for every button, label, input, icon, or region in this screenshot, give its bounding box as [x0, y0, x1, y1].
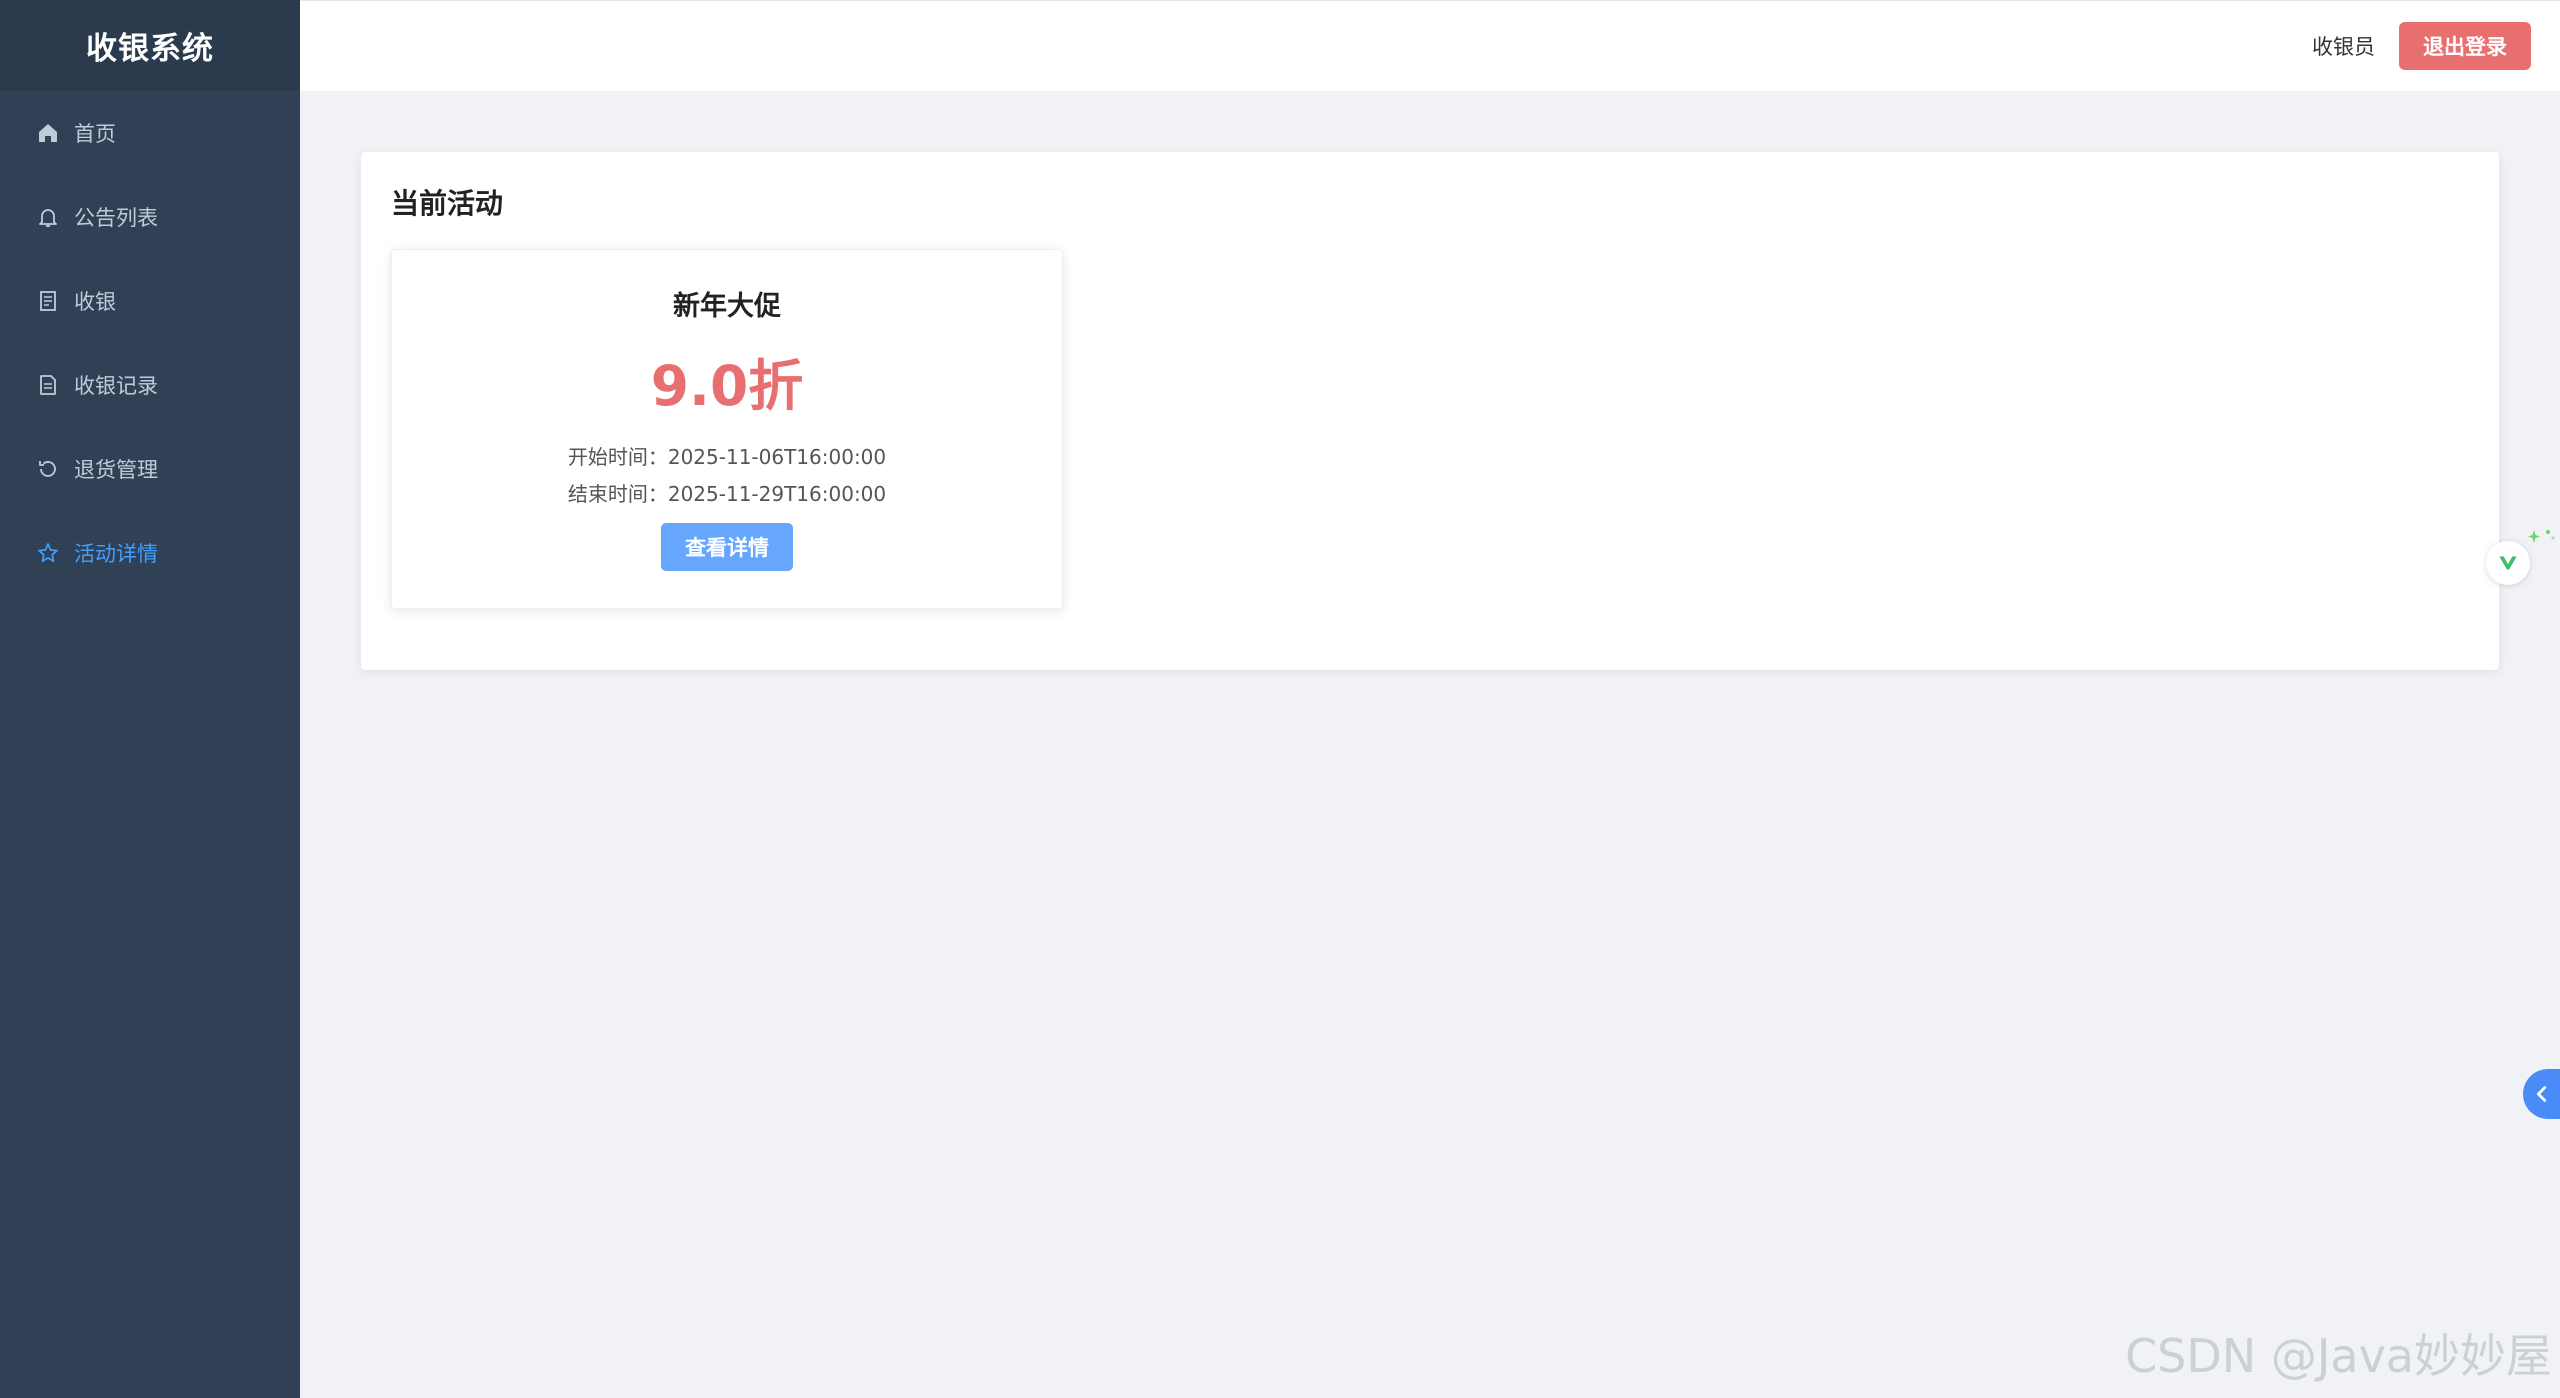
sidebar-item-activity-details[interactable]: 活动详情 — [0, 511, 300, 595]
sidebar-item-cashier[interactable]: 收银 — [0, 259, 300, 343]
watermark: CSDN @Java妙妙屋 — [2125, 1329, 2552, 1383]
activity-card: 新年大促 9.0折 开始时间：2025-11-06T16:00:00 结束时间：… — [391, 249, 1063, 609]
sidebar-item-cashier-records[interactable]: 收银记录 — [0, 343, 300, 427]
star-icon — [36, 541, 60, 565]
sidebar-item-label: 首页 — [74, 122, 116, 146]
sidebar-item-announcements[interactable]: 公告列表 — [0, 175, 300, 259]
sidebar-item-label: 活动详情 — [74, 542, 158, 566]
sidebar-menu: 首页 公告列表 收银 收银记录 退货管理 活动详情 — [0, 91, 300, 595]
sidebar: 收银系统 首页 公告列表 收银 收银记录 退货管理 活动详情 — [0, 0, 300, 1398]
user-name: 收银员 — [2312, 35, 2375, 59]
logout-button[interactable]: 退出登录 — [2399, 22, 2531, 70]
sidebar-item-label: 收银 — [74, 290, 116, 314]
page-title: 当前活动 — [391, 187, 504, 220]
refresh-icon — [36, 457, 60, 481]
end-time-label: 结束时间： — [567, 482, 668, 506]
bell-icon — [36, 205, 60, 229]
end-time-value: 2025-11-29T16:00:00 — [667, 482, 887, 506]
app-title: 收银系统 — [0, 0, 300, 91]
assistant-logo-icon — [2499, 556, 2517, 570]
side-panel-toggle[interactable] — [2523, 1069, 2560, 1119]
chevron-left-icon — [2536, 1086, 2546, 1102]
app-root: 收银系统 首页 公告列表 收银 收银记录 退货管理 活动详情 收银员 退出登录 … — [0, 0, 2560, 1398]
start-time-value: 2025-11-06T16:00:00 — [667, 445, 887, 469]
sidebar-item-label: 退货管理 — [74, 458, 158, 482]
document-icon — [36, 373, 60, 397]
sidebar-item-returns[interactable]: 退货管理 — [0, 427, 300, 511]
activity-discount: 9.0折 — [650, 354, 804, 418]
activity-start-time: 开始时间：2025-11-06T16:00:00 — [568, 441, 886, 470]
assistant-float-button[interactable] — [2486, 541, 2530, 585]
document-icon — [36, 289, 60, 313]
top-header: 收银员 退出登录 — [300, 0, 2560, 91]
current-activity-panel: 当前活动 新年大促 9.0折 开始时间：2025-11-06T16:00:00 … — [361, 152, 2499, 670]
start-time-label: 开始时间： — [567, 445, 668, 469]
sidebar-item-label: 收银记录 — [74, 374, 158, 398]
activity-end-time: 结束时间：2025-11-29T16:00:00 — [568, 478, 886, 507]
view-details-button[interactable]: 查看详情 — [661, 523, 793, 571]
home-icon — [36, 121, 60, 145]
sidebar-item-label: 公告列表 — [74, 206, 158, 230]
sidebar-item-home[interactable]: 首页 — [0, 91, 300, 175]
activity-name: 新年大促 — [673, 291, 781, 322]
sparkle-icon — [2528, 530, 2555, 543]
